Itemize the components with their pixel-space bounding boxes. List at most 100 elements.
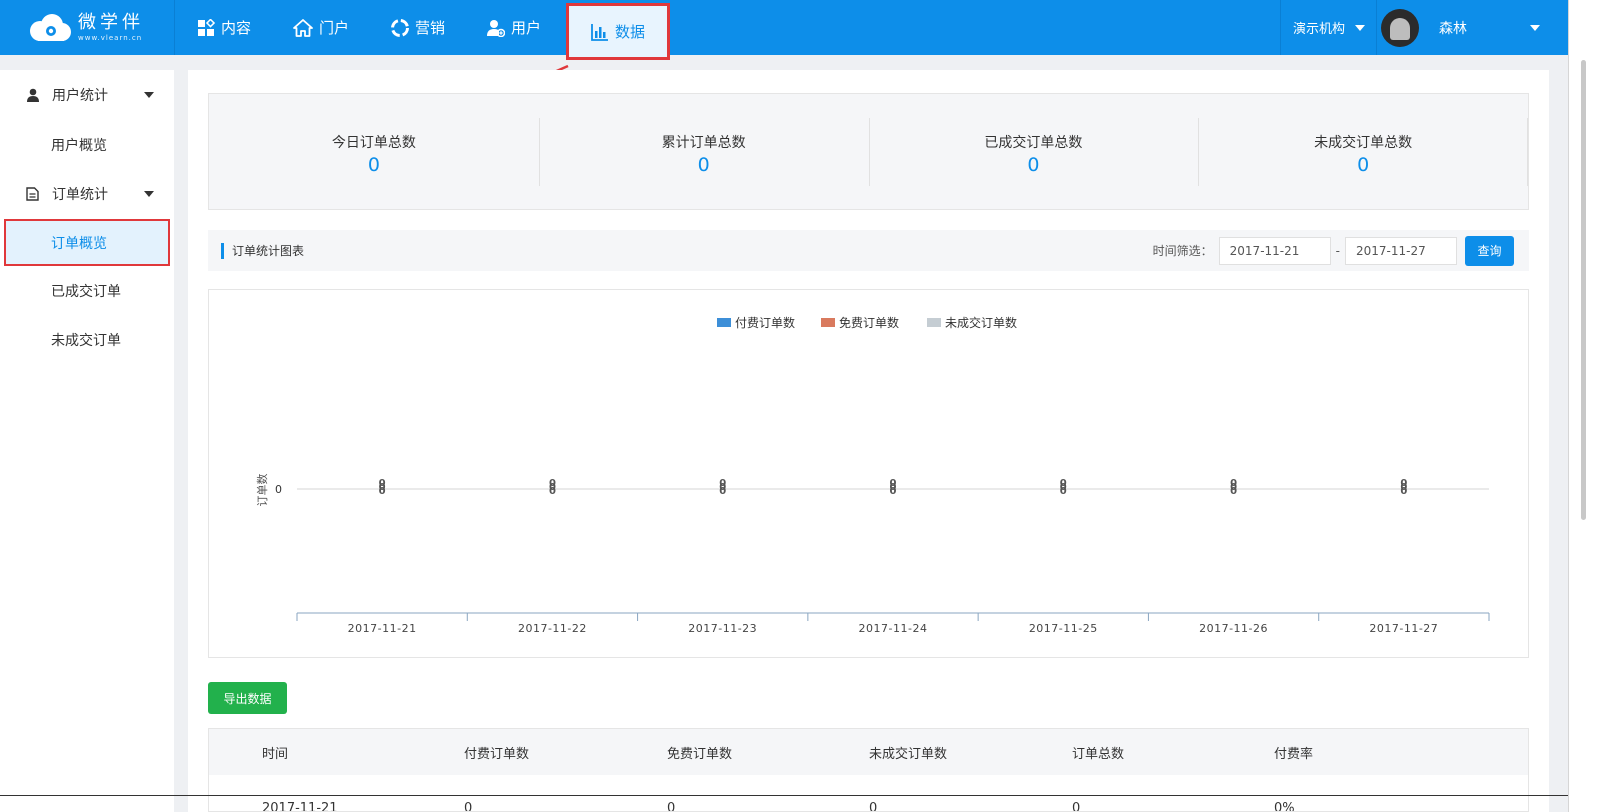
sidebar-item-order-overview[interactable]: 订单概览 bbox=[4, 219, 170, 266]
nav-item-portal[interactable]: 门户 bbox=[272, 0, 370, 55]
content-grid-icon bbox=[198, 18, 215, 36]
sidebar: 用户统计 用户概览 订单统计 订单概览 已成交订单 未成交订单 bbox=[0, 70, 174, 812]
date-filter: 时间筛选： - 查询 bbox=[1153, 235, 1529, 266]
section-title: 订单统计图表 bbox=[221, 242, 304, 259]
org-selector[interactable]: 演示机构 bbox=[1280, 0, 1377, 55]
nav-item-users[interactable]: 用户 bbox=[466, 0, 562, 55]
table-header-cell[interactable]: 时间 bbox=[262, 743, 288, 762]
nav-label: 内容 bbox=[221, 19, 252, 37]
vertical-scrollbar[interactable] bbox=[1568, 0, 1597, 812]
table-row: 2017-11-21 0 0 0 0 0% bbox=[209, 775, 1528, 812]
table-cell: 0 bbox=[869, 801, 878, 812]
table-header-cell[interactable]: 未成交订单数 bbox=[869, 743, 947, 762]
chevron-down-icon bbox=[1355, 24, 1366, 31]
data-label: 0 bbox=[379, 486, 386, 497]
sidebar-group-order-stats[interactable]: 订单统计 bbox=[0, 169, 174, 219]
stat-completed-orders: 已成交订单总数 0 bbox=[868, 117, 1199, 186]
table-header-cell[interactable]: 付费率 bbox=[1274, 743, 1313, 762]
sidebar-item-completed-orders[interactable]: 已成交订单 bbox=[0, 266, 174, 315]
document-icon bbox=[26, 187, 40, 201]
brand-domain: www.vlearn.cn bbox=[78, 34, 143, 42]
scrollbar-thumb[interactable] bbox=[1581, 60, 1586, 520]
org-name: 演示机构 bbox=[1293, 22, 1346, 37]
data-label: 0 bbox=[549, 486, 556, 497]
x-tick-label: 2017-11-26 bbox=[1199, 622, 1268, 635]
data-label: 0 bbox=[719, 486, 726, 497]
chart-toolbar: 订单统计图表 时间筛选： - 查询 bbox=[208, 230, 1529, 271]
nav-item-content[interactable]: 内容 bbox=[176, 0, 272, 55]
table-header-cell[interactable]: 免费订单数 bbox=[667, 743, 732, 762]
x-tick-label: 2017-11-25 bbox=[1029, 622, 1098, 635]
x-tick-label: 2017-11-21 bbox=[348, 622, 417, 635]
main-content: 今日订单总数 0 累计订单总数 0 已成交订单总数 0 未成交订单总数 0 订单… bbox=[188, 70, 1549, 812]
stat-value: 0 bbox=[1357, 153, 1370, 176]
y-tick-label: 0 bbox=[275, 483, 282, 496]
table-header-cell[interactable]: 订单总数 bbox=[1072, 743, 1124, 762]
nav-label: 数据 bbox=[615, 23, 646, 41]
stats-summary: 今日订单总数 0 累计订单总数 0 已成交订单总数 0 未成交订单总数 0 bbox=[208, 93, 1529, 210]
stat-label: 累计订单总数 bbox=[661, 134, 746, 151]
stat-value: 0 bbox=[367, 153, 380, 176]
data-label: 0 bbox=[1400, 486, 1407, 497]
legend-swatch bbox=[717, 318, 731, 327]
chevron-down-icon bbox=[144, 92, 154, 98]
sidebar-item-user-overview[interactable]: 用户概览 bbox=[0, 120, 174, 169]
user-add-icon bbox=[487, 19, 506, 37]
stat-today-orders: 今日订单总数 0 bbox=[209, 118, 539, 186]
date-separator: - bbox=[1335, 243, 1340, 258]
data-label: 0 bbox=[890, 486, 897, 497]
sidebar-group-label: 用户统计 bbox=[52, 88, 108, 104]
order-chart: 付费订单数 免费订单数 未成交订单数 订单数 0 2017-11-21 0 0 0 2017-11… bbox=[208, 289, 1529, 658]
stat-label: 今日订单总数 bbox=[331, 134, 416, 151]
cloud-logo-icon bbox=[26, 13, 74, 43]
table-body: 2017-11-21 0 0 0 0 0% bbox=[209, 775, 1528, 812]
marketing-icon bbox=[391, 18, 410, 37]
chevron-down-icon bbox=[1530, 24, 1540, 31]
sidebar-group-user-stats[interactable]: 用户统计 bbox=[0, 70, 174, 120]
nav-item-marketing[interactable]: 营销 bbox=[370, 0, 466, 55]
nav-label: 营销 bbox=[415, 19, 446, 37]
table-header: 时间 付费订单数 免费订单数 未成交订单数 订单总数 付费率 bbox=[209, 729, 1528, 775]
chart-canvas: 付费订单数 免费订单数 未成交订单数订单数 0 2017-11-21 0 0 0 2017-11… bbox=[256, 315, 1490, 635]
stat-label: 未成交订单总数 bbox=[1314, 134, 1413, 151]
table-header-cell[interactable]: 付费订单数 bbox=[464, 743, 529, 762]
export-data-button[interactable]: 导出数据 bbox=[208, 682, 287, 714]
x-tick-label: 2017-11-22 bbox=[518, 622, 587, 635]
sidebar-item-uncompleted-orders[interactable]: 未成交订单 bbox=[0, 315, 174, 364]
data-label: 0 bbox=[1230, 486, 1237, 497]
y-axis-label: 订单数 bbox=[256, 474, 269, 507]
stat-value: 0 bbox=[1027, 153, 1040, 176]
home-icon bbox=[293, 18, 313, 37]
table-cell: 0 bbox=[464, 801, 473, 812]
orders-table: 时间 付费订单数 免费订单数 未成交订单数 订单总数 付费率 2017-11-21 0 0 0 0… bbox=[208, 728, 1529, 812]
date-from-input[interactable] bbox=[1218, 236, 1331, 265]
x-tick-label: 2017-11-24 bbox=[859, 622, 928, 635]
brand-name: 微学伴 bbox=[78, 12, 144, 33]
stat-total-orders: 累计订单总数 0 bbox=[538, 117, 869, 186]
user-name: 森林 bbox=[1439, 20, 1467, 37]
avatar bbox=[1381, 8, 1419, 47]
nav-label: 门户 bbox=[319, 19, 350, 37]
user-menu[interactable]: 森林 bbox=[1376, 0, 1556, 55]
sidebar-group-label: 订单统计 bbox=[52, 187, 108, 203]
stat-uncompleted-orders: 未成交订单总数 0 bbox=[1198, 117, 1528, 186]
data-label: 0 bbox=[1060, 486, 1067, 497]
table-cell: 2017-11-21 bbox=[262, 801, 338, 812]
nav-label: 用户 bbox=[511, 19, 542, 37]
legend-swatch bbox=[927, 318, 941, 327]
nav-item-data[interactable]: 数据 bbox=[566, 3, 671, 60]
date-to-input[interactable] bbox=[1345, 236, 1457, 265]
x-tick-label: 2017-11-23 bbox=[688, 622, 757, 635]
main-nav: 内容 门户 营销 用户 数据 bbox=[176, 0, 671, 60]
legend-label: 免费订单数 bbox=[839, 315, 899, 330]
user-icon bbox=[26, 88, 40, 102]
legend-swatch bbox=[821, 318, 835, 327]
table-cell: 0 bbox=[667, 801, 676, 812]
legend-label: 未成交订单数 bbox=[945, 315, 1017, 330]
x-tick-label: 2017-11-27 bbox=[1369, 622, 1438, 635]
table-cell: 0 bbox=[1072, 801, 1081, 812]
query-button[interactable]: 查询 bbox=[1465, 235, 1514, 266]
brand-logo[interactable]: 微学伴 www.vlearn.cn bbox=[26, 10, 166, 46]
top-navbar: 微学伴 www.vlearn.cn 内容 门户 营销 用户 数据 演示机构 森林 bbox=[0, 0, 1568, 60]
table-cell: 0% bbox=[1274, 801, 1295, 812]
